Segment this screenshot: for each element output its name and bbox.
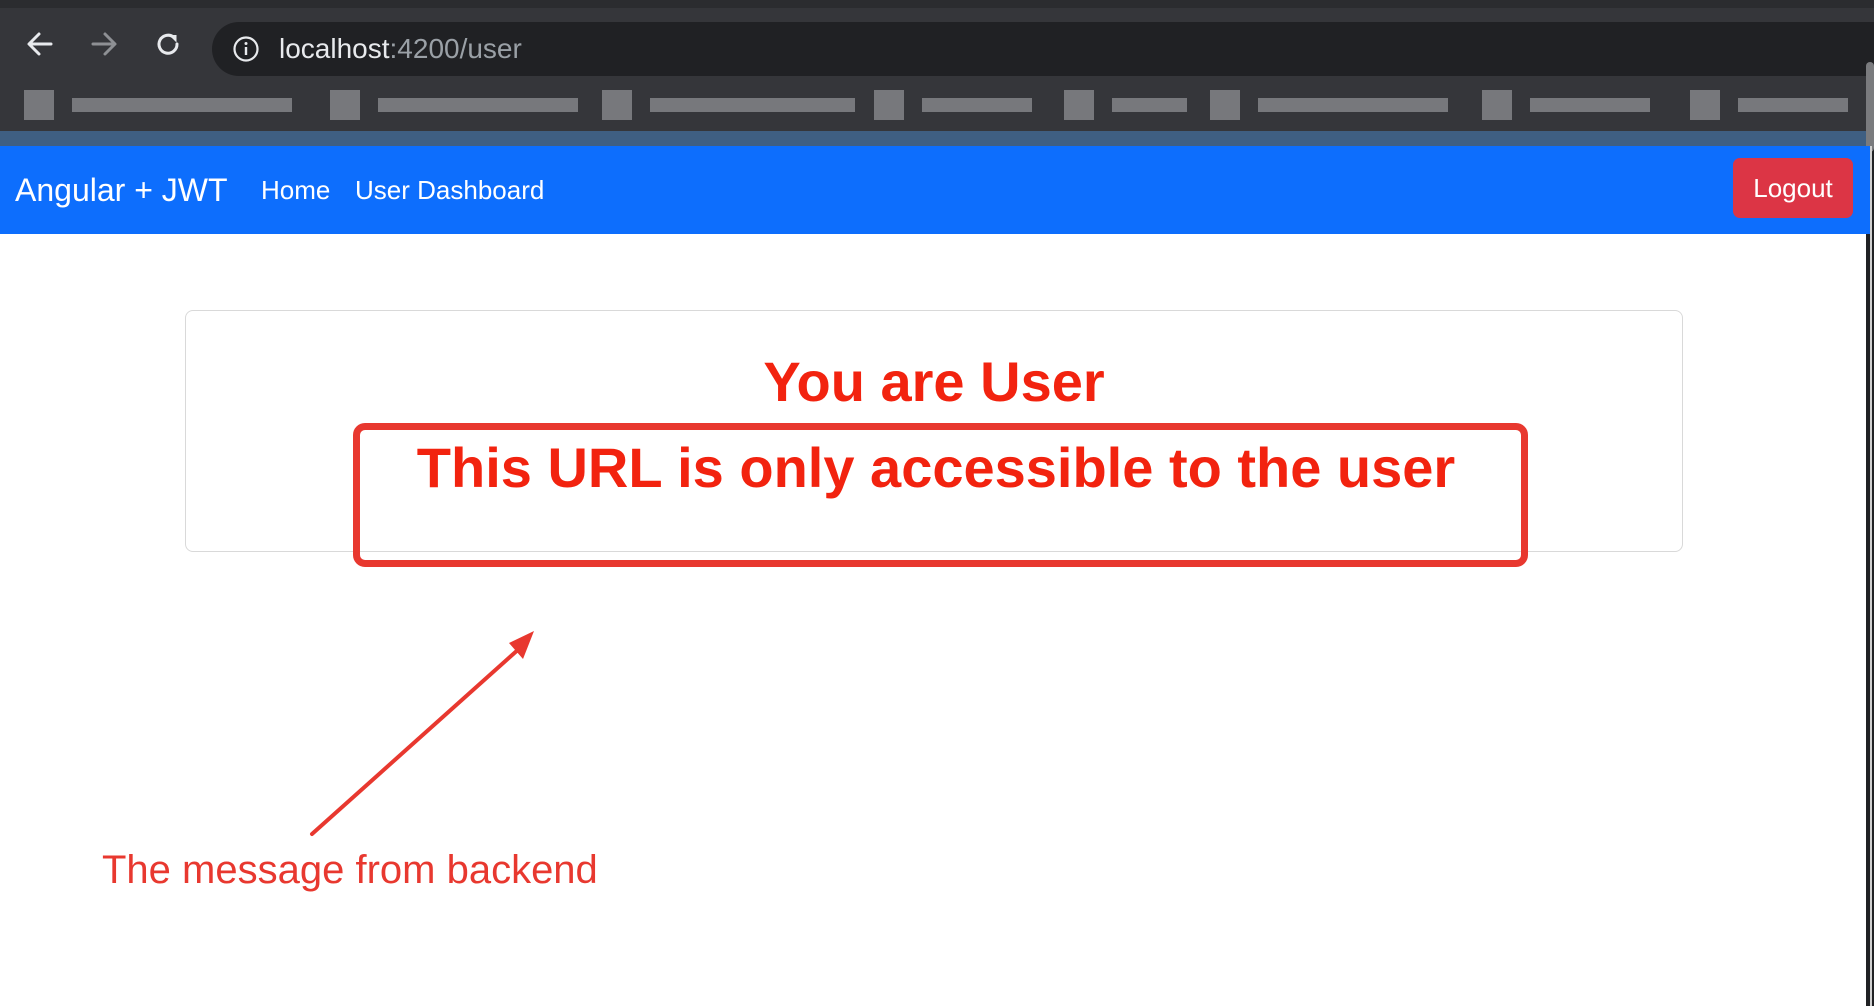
address-bar[interactable]: localhost:4200/user	[212, 22, 1874, 76]
url-path: :4200/user	[389, 33, 522, 64]
page-right-edge	[1870, 146, 1872, 1006]
bookmark-item[interactable]	[1064, 84, 1204, 128]
bookmark-item[interactable]	[1210, 84, 1460, 128]
forward-button[interactable]	[84, 24, 124, 64]
back-button[interactable]	[20, 24, 60, 64]
browser-scroll-thumb[interactable]	[1866, 62, 1874, 152]
app-navbar: Angular + JWT Home User Dashboard Logout	[0, 146, 1870, 234]
annotation-highlight-box	[353, 423, 1528, 567]
nav-link-user-dashboard[interactable]: User Dashboard	[355, 175, 544, 206]
browser-toolbar: localhost:4200/user	[0, 8, 1874, 76]
bookmark-item[interactable]	[1690, 84, 1870, 128]
bookmarks-bar	[0, 76, 1874, 146]
forward-arrow-icon	[91, 32, 117, 56]
bookmark-item[interactable]	[10, 84, 300, 128]
bookmark-item[interactable]	[602, 84, 862, 128]
back-arrow-icon	[27, 32, 53, 56]
page-title: You are User	[763, 350, 1105, 413]
nav-link-home[interactable]: Home	[261, 175, 330, 206]
bookmark-item[interactable]	[874, 84, 1044, 128]
bookmark-item[interactable]	[330, 84, 590, 128]
url-host: localhost	[279, 33, 390, 64]
reload-button[interactable]	[148, 24, 188, 64]
reload-icon	[157, 33, 179, 55]
window-top-strip	[0, 0, 1874, 8]
logout-button[interactable]: Logout	[1733, 158, 1853, 218]
url-text[interactable]: localhost:4200/user	[279, 33, 522, 65]
info-icon[interactable]	[232, 35, 260, 63]
bookmark-item[interactable]	[1482, 84, 1662, 128]
bookmarks-bar-edge	[0, 131, 1874, 146]
annotation-label: The message from backend	[102, 848, 598, 892]
navbar-brand[interactable]: Angular + JWT	[15, 172, 228, 209]
